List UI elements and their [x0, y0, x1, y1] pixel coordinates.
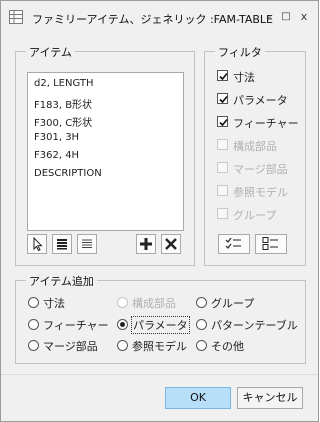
checkbox-label: 寸法 — [233, 71, 255, 84]
radio-selected-dot — [120, 322, 125, 327]
checkbox-box — [217, 208, 228, 219]
uncheck-all-icon — [262, 237, 278, 250]
list-item[interactable]: d2, LENGTH — [34, 78, 93, 89]
radio-circle[interactable] — [196, 297, 207, 308]
checkbox-box — [217, 139, 228, 150]
filter-group-label: フィルタ — [215, 44, 265, 60]
radio-label: パラメータ — [131, 316, 190, 334]
deselect-all-button[interactable] — [77, 234, 97, 254]
select-all-icon — [57, 239, 67, 250]
select-pointer-icon — [33, 236, 43, 252]
radio-label: フィーチャー — [43, 319, 109, 332]
checkbox-label: 参照モデル — [233, 186, 288, 199]
close-button[interactable]: x — [298, 10, 310, 24]
ok-button[interactable]: OK — [165, 387, 231, 409]
radio-circle[interactable] — [28, 297, 39, 308]
items-group-label: アイテム — [26, 44, 75, 60]
checkbox-label: フィーチャー — [233, 117, 299, 130]
deselect-all-icon — [82, 239, 92, 248]
family-table-icon — [9, 10, 23, 24]
checkbox-box — [217, 162, 228, 173]
select-all-button[interactable] — [52, 234, 72, 254]
list-item[interactable]: F300, C形状 — [34, 114, 92, 129]
minimize-button[interactable]: – — [263, 10, 275, 24]
check-all-button[interactable] — [218, 234, 250, 254]
radio-label: 参照モデル — [132, 340, 187, 353]
radio-label: グループ — [211, 297, 255, 310]
filter-group: フィルタ 寸法 パラメータ フィーチャー 構成部品 マージ部品 参照モデル グル… — [204, 44, 306, 266]
list-item[interactable]: F183, B形状 — [34, 96, 92, 111]
maximize-button[interactable]: □ — [280, 10, 292, 24]
checkbox-box[interactable] — [217, 70, 228, 81]
radio-label: 寸法 — [43, 297, 65, 310]
title-bar: ファミリーアイテム、ジェネリック :FAM-TABLE – □ x — [1, 1, 318, 35]
checkbox-box — [217, 185, 228, 196]
family-items-dialog: ファミリーアイテム、ジェネリック :FAM-TABLE – □ x アイテム d… — [0, 0, 319, 422]
checkbox-label: マージ部品 — [233, 163, 288, 176]
check-all-icon — [225, 237, 241, 249]
add-item-group: アイテム追加 寸法 構成部品 グループ フィーチャー パラメータ パターンテーブ… — [15, 273, 306, 364]
remove-icon — [165, 238, 177, 250]
radio-label: パターンテーブル — [211, 319, 298, 332]
checkbox-box[interactable] — [217, 116, 228, 127]
window-title: ファミリーアイテム、ジェネリック :FAM-TABLE — [32, 13, 273, 26]
checkbox-box[interactable] — [217, 93, 228, 104]
check-icon — [219, 72, 228, 81]
radio-circle — [117, 297, 128, 308]
radio-circle[interactable] — [117, 340, 128, 351]
uncheck-all-button[interactable] — [255, 234, 287, 254]
radio-circle[interactable] — [117, 319, 128, 330]
items-listbox[interactable]: d2, LENGTH F183, B形状 F300, C形状 F301, 3H … — [27, 72, 184, 231]
list-item[interactable]: DESCRIPTION — [34, 168, 102, 179]
radio-circle[interactable] — [28, 319, 39, 330]
list-item[interactable]: F362, 4H — [34, 150, 79, 161]
radio-circle[interactable] — [196, 319, 207, 330]
check-icon — [219, 95, 228, 104]
radio-circle[interactable] — [28, 340, 39, 351]
remove-item-button[interactable] — [161, 234, 181, 254]
check-icon — [219, 118, 228, 127]
radio-label: マージ部品 — [43, 340, 98, 353]
radio-label: その他 — [211, 340, 244, 353]
list-item[interactable]: F301, 3H — [34, 132, 79, 143]
add-item-button[interactable] — [136, 234, 156, 254]
cancel-button[interactable]: キャンセル — [237, 387, 303, 409]
items-group: アイテム d2, LENGTH F183, B形状 F300, C形状 F301… — [15, 44, 195, 266]
radio-circle[interactable] — [196, 340, 207, 351]
footer-separator — [1, 374, 318, 375]
checkbox-label: パラメータ — [233, 94, 288, 107]
add-icon — [140, 238, 152, 250]
add-item-group-label: アイテム追加 — [26, 273, 97, 289]
checkbox-label: グループ — [233, 209, 277, 222]
checkbox-label: 構成部品 — [233, 140, 277, 153]
radio-label: 構成部品 — [132, 297, 176, 310]
select-pointer-button[interactable] — [27, 234, 47, 254]
